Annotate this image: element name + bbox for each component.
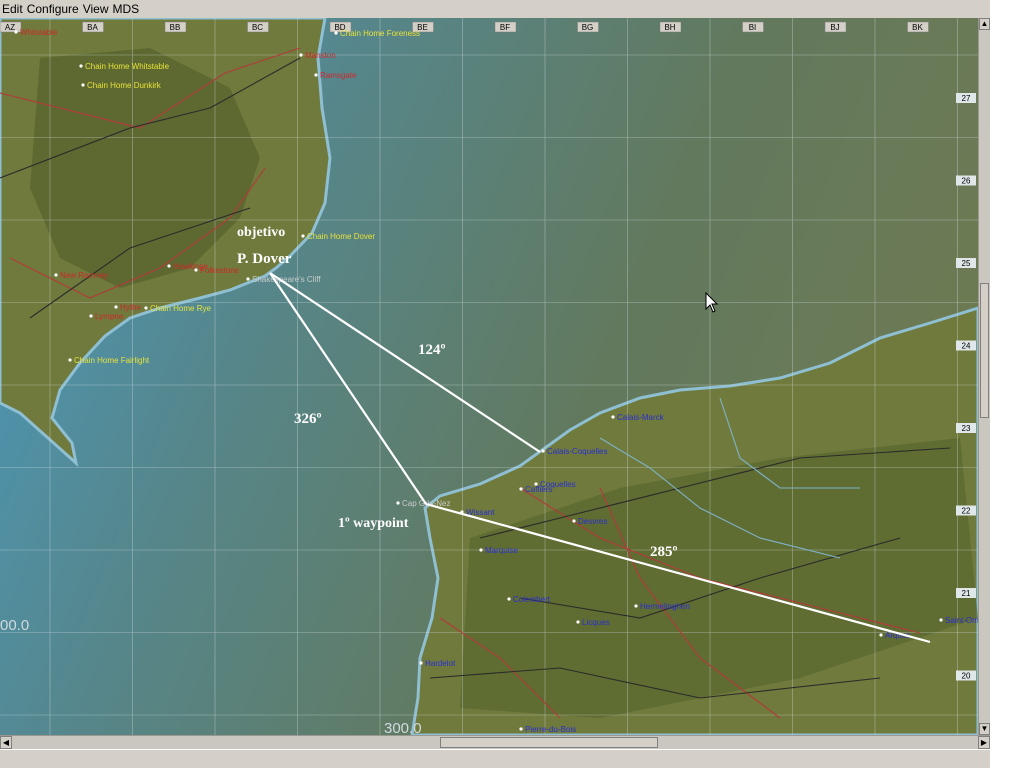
label-heading-285: 285º [650, 544, 678, 560]
airfield-marker [194, 268, 198, 272]
grid-row-label: 20 [962, 672, 971, 681]
label-heading-326: 326º [294, 411, 322, 427]
status-bar [0, 749, 990, 768]
grid-row-label: 21 [962, 589, 971, 598]
airfield-marker [167, 264, 171, 268]
airfield-marker [396, 501, 400, 505]
airfield-marker [54, 273, 58, 277]
grid-column-label: BF [500, 23, 510, 32]
place-label-red: Lympne [95, 312, 124, 321]
airfield-marker [89, 314, 93, 318]
place-label-blue: Calais-Coquelles [547, 447, 607, 456]
window-margin [990, 0, 1024, 768]
grid-row-label: 22 [962, 507, 971, 516]
scroll-up-icon[interactable]: ▲ [979, 18, 990, 30]
airfield-marker [611, 415, 615, 419]
vertical-scrollbar[interactable]: ▲ ▼ [978, 18, 990, 735]
airfield-marker [634, 604, 638, 608]
airfield-marker [879, 633, 883, 637]
airfield-marker [81, 83, 85, 87]
menu-bar: Edit Configure View MDS [0, 0, 990, 18]
airfield-marker [14, 30, 18, 34]
map-canvas[interactable]: AZ BA BB BC BD BE BF BG BH BI BJ BK 272625242322212… [0, 18, 978, 735]
place-label-grey: Shakespeare's Cliff [252, 275, 321, 284]
grid-column-label: BG [582, 23, 594, 32]
place-label-red: Hythe [120, 303, 141, 312]
coord-label-bottom: 300.0 [384, 720, 422, 735]
grid-row-label: 26 [962, 177, 971, 186]
airfield-marker [246, 277, 250, 281]
place-label-blue: Colembert [513, 595, 551, 604]
grid-column-label: AZ [5, 23, 15, 32]
airfield-marker [519, 487, 523, 491]
place-label-red: Manston [305, 51, 336, 60]
grid-row-label: 27 [962, 94, 971, 103]
place-label-blue: Pierre-du-Bois [525, 725, 576, 734]
grid-column-label: BB [170, 23, 181, 32]
place-label-yellow: Chain Home Rye [150, 304, 211, 313]
place-label-yellow: Chain Home Dunkirk [87, 81, 162, 90]
place-label-yellow: Chain Home Foreness [340, 29, 420, 38]
airfield-marker [144, 306, 148, 310]
scroll-down-icon[interactable]: ▼ [979, 723, 990, 735]
airfield-marker [114, 305, 118, 309]
airfield-marker [939, 618, 943, 622]
grid-row-label: 24 [962, 342, 971, 351]
grid-row-label: 25 [962, 259, 971, 268]
menu-configure[interactable]: Configure [25, 0, 81, 18]
airfield-marker [301, 234, 305, 238]
place-label-blue: Hardelot [425, 659, 456, 668]
grid-column-label: BH [664, 23, 675, 32]
scroll-left-icon[interactable]: ◀ [0, 736, 12, 749]
airfield-marker [541, 449, 545, 453]
scroll-right-icon[interactable]: ▶ [978, 736, 990, 749]
place-label-yellow: Chain Home Dover [307, 232, 375, 241]
place-label-blue: Hermelinghen [640, 602, 690, 611]
airfield-marker [479, 548, 483, 552]
place-label-blue: Caffiers [525, 485, 552, 494]
label-waypoint: 1º waypoint [338, 516, 409, 531]
place-label-red: Folkestone [200, 266, 240, 275]
place-label-blue: Saint-Omer [945, 616, 978, 625]
airfield-marker [419, 661, 423, 665]
mouse-cursor-icon [705, 292, 719, 313]
place-label-red: New Romney [60, 271, 108, 280]
vertical-scroll-thumb[interactable] [980, 283, 989, 418]
grid-column-label: BC [252, 23, 263, 32]
grid-column-label: BA [87, 23, 98, 32]
place-label-yellow: Chain Home Whitstable [85, 62, 170, 71]
place-label-blue: Marquise [485, 546, 518, 555]
label-heading-124: 124º [418, 342, 446, 358]
airfield-marker [576, 620, 580, 624]
place-label-blue: Licques [582, 618, 610, 627]
grid-row-label: 23 [962, 424, 971, 433]
grid-column-label: BI [749, 23, 757, 32]
place-label-blue: Calais-Marck [617, 413, 665, 422]
place-label-red: Whitstable [20, 28, 58, 37]
airfield-marker [68, 358, 72, 362]
grid-column-label: BJ [830, 23, 839, 32]
grid-column-label: BK [912, 23, 923, 32]
airfield-marker [79, 64, 83, 68]
menu-edit[interactable]: Edit [0, 0, 25, 18]
label-target: P. Dover [237, 251, 292, 267]
place-label-red: Ramsgate [320, 71, 357, 80]
label-objective: objetivo [237, 225, 285, 240]
horizontal-scrollbar[interactable]: ◀ ▶ [0, 735, 990, 749]
airfield-marker [519, 727, 523, 731]
airfield-marker [299, 53, 303, 57]
menu-mds[interactable]: MDS [111, 0, 142, 18]
airfield-marker [314, 73, 318, 77]
menu-view[interactable]: View [81, 0, 111, 18]
airfield-marker [334, 31, 338, 35]
airfield-marker [507, 597, 511, 601]
place-label-blue: Desvres [578, 517, 607, 526]
airfield-marker [572, 519, 576, 523]
place-label-yellow: Chain Home Fairlight [74, 356, 150, 365]
horizontal-scroll-thumb[interactable] [440, 737, 658, 748]
coord-label-left: 00.0 [0, 617, 29, 634]
